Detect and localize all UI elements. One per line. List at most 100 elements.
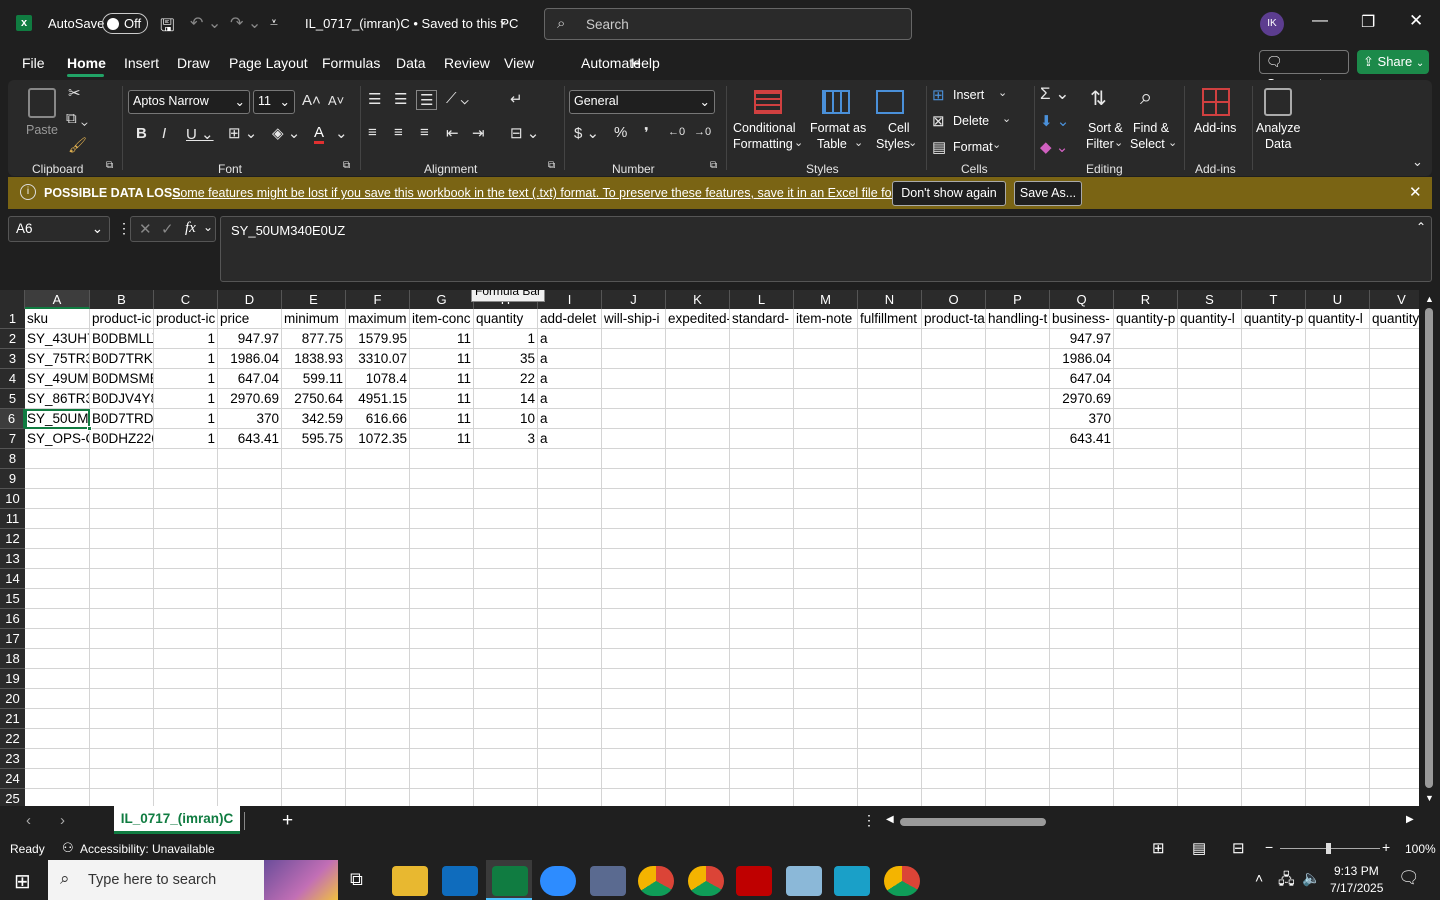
cell-i6[interactable]: a <box>538 409 601 429</box>
currency-icon[interactable]: $ ⌄ <box>574 124 599 142</box>
autosum-icon[interactable]: Σ ⌄ <box>1040 84 1069 104</box>
formula-input[interactable]: SY_50UM340E0UZ <box>220 216 1432 282</box>
scroll-left-icon[interactable]: ◀ <box>886 814 894 825</box>
close-icon[interactable]: ✕ <box>1409 11 1423 31</box>
cell-s1[interactable]: quantity-l <box>1178 309 1241 329</box>
cell-d2[interactable]: 947.97 <box>218 329 281 349</box>
chrome-icon[interactable] <box>638 866 674 896</box>
restore-icon[interactable]: ❐ <box>1361 12 1375 32</box>
app-diamond-icon[interactable] <box>834 866 870 896</box>
column-header-r[interactable]: R <box>1114 290 1178 309</box>
row-header-14[interactable]: 14 <box>0 569 25 589</box>
add-ins-button[interactable]: Add-ins <box>1194 120 1236 136</box>
paste-button[interactable]: Paste <box>26 122 58 138</box>
cell-i7[interactable]: a <box>538 429 601 449</box>
cell-f7[interactable]: 1072.35 <box>346 429 409 449</box>
scroll-right-icon[interactable]: ▶ <box>1406 814 1414 825</box>
task-view-icon[interactable]: ⧉ <box>350 869 363 890</box>
comments-button[interactable]: 🗨 Comments <box>1259 50 1349 91</box>
cell-g1[interactable]: item-conc <box>410 309 473 329</box>
zoom-level[interactable]: 100% <box>1405 842 1436 856</box>
align-right-icon[interactable]: ≡ <box>420 124 429 141</box>
document-title[interactable]: IL_0717_(imran)C • Saved to this PC <box>305 16 518 31</box>
row-header-7[interactable]: 7 <box>0 429 25 449</box>
cell-c3[interactable]: 1 <box>154 349 217 369</box>
zoom-icon[interactable] <box>540 866 576 896</box>
chevron-down-icon[interactable]: ⌄ <box>203 220 213 234</box>
row-header-18[interactable]: 18 <box>0 649 25 669</box>
row-header-21[interactable]: 21 <box>0 709 25 729</box>
zoom-slider-thumb[interactable] <box>1326 843 1331 854</box>
cell-styles-label-2[interactable]: Styles <box>876 136 910 152</box>
cell-h1[interactable]: quantity <box>474 309 537 329</box>
cell-q6[interactable]: 370 <box>1050 409 1113 429</box>
align-middle-icon[interactable]: ☰ <box>394 90 407 108</box>
row-header-24[interactable]: 24 <box>0 769 25 789</box>
cell-f4[interactable]: 1078.4 <box>346 369 409 389</box>
cancel-icon[interactable]: ✕ <box>139 220 152 238</box>
zoom-out-icon[interactable]: − <box>1265 839 1273 855</box>
close-icon[interactable]: ✕ <box>1409 183 1422 201</box>
paste-icon[interactable] <box>28 88 56 118</box>
cell-g2[interactable]: 11 <box>410 329 473 349</box>
cell-e6[interactable]: 342.59 <box>282 409 345 429</box>
font-name-select[interactable]: Aptos Narrow ⌄ <box>128 90 250 114</box>
row-header-5[interactable]: 5 <box>0 389 25 409</box>
increase-indent-icon[interactable]: ⇥ <box>472 124 485 142</box>
cell-p1[interactable]: handling-t <box>986 309 1049 329</box>
cell-e3[interactable]: 1838.93 <box>282 349 345 369</box>
add-sheet-icon[interactable]: + <box>282 810 293 832</box>
cell-b2[interactable]: B0DBMLLV <box>90 329 153 349</box>
cell-c4[interactable]: 1 <box>154 369 217 389</box>
tab-page-layout[interactable]: Page Layout <box>229 55 308 71</box>
avatar[interactable]: IK <box>1260 12 1284 36</box>
minimize-icon[interactable]: — <box>1312 12 1328 30</box>
cell-h6[interactable]: 10 <box>474 409 537 429</box>
tab-formulas[interactable]: Formulas <box>322 55 380 71</box>
cell-c5[interactable]: 1 <box>154 389 217 409</box>
row-header-9[interactable]: 9 <box>0 469 25 489</box>
find-select-label-2[interactable]: Select <box>1130 136 1165 152</box>
column-header-g[interactable]: G <box>410 290 474 309</box>
tab-review[interactable]: Review <box>444 55 490 71</box>
cell-h7[interactable]: 3 <box>474 429 537 449</box>
column-header-t[interactable]: T <box>1242 290 1306 309</box>
number-launcher-icon[interactable]: ⧉ <box>710 160 717 171</box>
cell-i4[interactable]: a <box>538 369 601 389</box>
font-color-icon[interactable]: A <box>314 124 325 144</box>
cell-f6[interactable]: 616.66 <box>346 409 409 429</box>
windows-start-icon[interactable]: ⊞ <box>14 869 31 894</box>
column-header-b[interactable]: B <box>90 290 154 309</box>
column-header-l[interactable]: L <box>730 290 794 309</box>
insert-cells-icon[interactable]: ⊞ <box>932 86 945 104</box>
decrease-indent-icon[interactable]: ⇤ <box>446 124 459 142</box>
add-ins-icon[interactable] <box>1202 88 1230 116</box>
clear-icon[interactable]: ◆ ⌄ <box>1040 138 1068 156</box>
cell-b4[interactable]: B0DMSMB <box>90 369 153 389</box>
volume-icon[interactable]: 🔈 <box>1302 869 1321 887</box>
cell-b6[interactable]: B0D7TRD3 <box>90 409 153 429</box>
sheet-tab-active[interactable]: IL_0717_(imran)C <box>114 806 240 834</box>
worksheet-grid[interactable]: ABCDEFGHIJKLMNOPQRSTUV 12345678910111213… <box>0 290 1440 806</box>
cell-g5[interactable]: 11 <box>410 389 473 409</box>
tab-draw[interactable]: Draw <box>177 55 210 71</box>
delete-cells-button[interactable]: Delete <box>953 113 989 129</box>
conditional-formatting-icon[interactable] <box>754 90 782 114</box>
filezilla-icon[interactable] <box>736 866 772 896</box>
fill-handle[interactable] <box>87 426 92 431</box>
chrome-user-icon[interactable] <box>884 866 920 896</box>
outlook-icon[interactable] <box>442 866 478 896</box>
cell-h3[interactable]: 35 <box>474 349 537 369</box>
cell-a7[interactable]: SY_OPS-C <box>25 429 89 449</box>
cell-a5[interactable]: SY_86TR3I <box>25 389 89 409</box>
cell-d5[interactable]: 2970.69 <box>218 389 281 409</box>
row-header-12[interactable]: 12 <box>0 529 25 549</box>
next-sheet-icon[interactable]: › <box>60 812 65 829</box>
number-format-select[interactable]: General ⌄ <box>569 90 715 114</box>
align-center-icon[interactable]: ≡ <box>394 124 403 141</box>
column-header-j[interactable]: J <box>602 290 666 309</box>
cell-r1[interactable]: quantity-p <box>1114 309 1177 329</box>
cell-d3[interactable]: 1986.04 <box>218 349 281 369</box>
row-header-19[interactable]: 19 <box>0 669 25 689</box>
row-header-23[interactable]: 23 <box>0 749 25 769</box>
